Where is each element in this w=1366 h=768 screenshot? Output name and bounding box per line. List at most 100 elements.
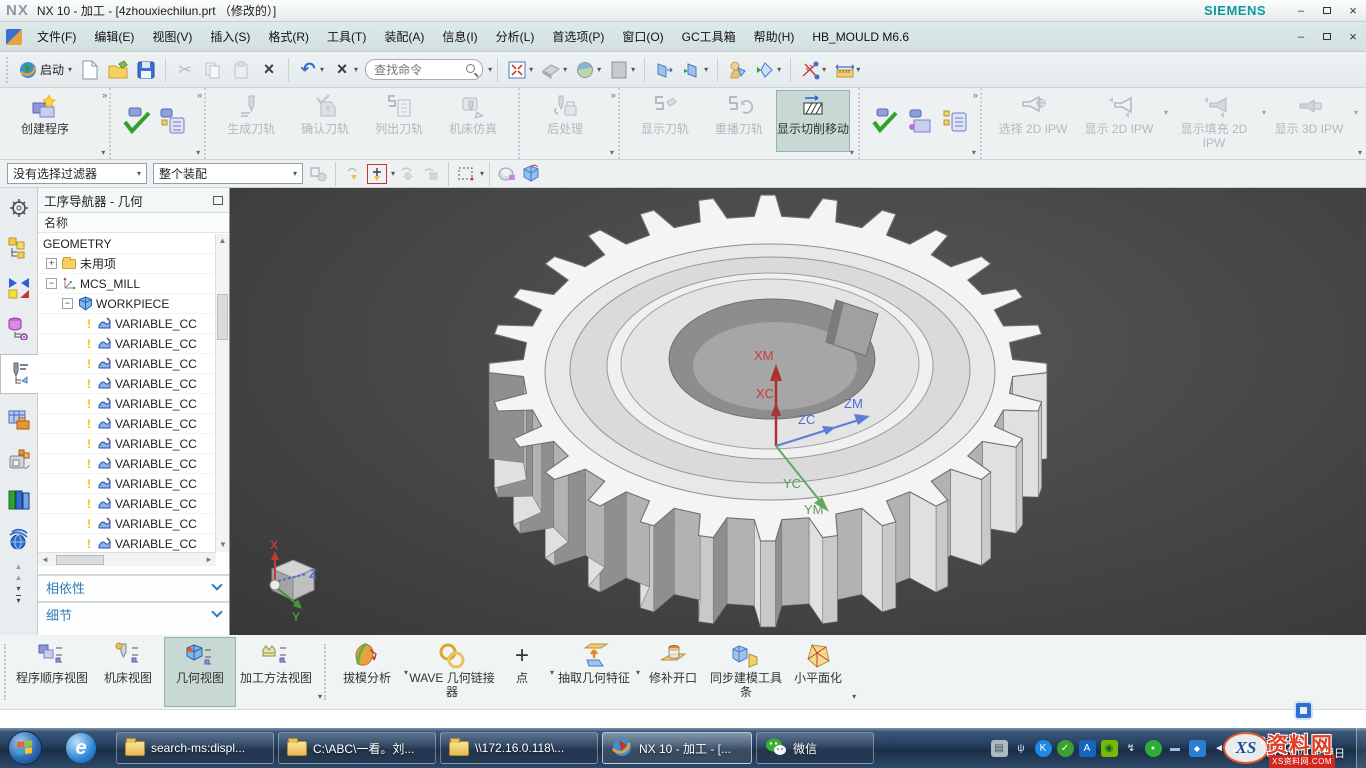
- render-style-button[interactable]: ▾: [572, 58, 604, 82]
- menu-item[interactable]: 格式(R): [259, 30, 318, 44]
- usb-icon[interactable]: ψ: [1013, 740, 1030, 757]
- edit-section-button[interactable]: ▾: [679, 58, 711, 82]
- show-2d-ipw-button[interactable]: 显示 2D IPW: [1076, 90, 1162, 152]
- taskbar-item-wechat[interactable]: 微信: [756, 732, 874, 764]
- menu-item[interactable]: 首选项(P): [543, 30, 613, 44]
- chevron-down-icon[interactable]: ▾: [1358, 148, 1362, 157]
- view-triad-cube[interactable]: X Z Y: [270, 538, 316, 624]
- undock-icon[interactable]: [213, 196, 223, 205]
- menu-item[interactable]: 窗口(O): [613, 30, 672, 44]
- operation-list-icon[interactable]: [940, 106, 969, 136]
- library-icon[interactable]: [4, 484, 34, 516]
- machine-tool-view-button[interactable]: 机床视图: [92, 637, 164, 707]
- create-program-button[interactable]: 创建程序: [8, 90, 82, 152]
- doc-restore-button[interactable]: [1318, 31, 1336, 43]
- close-button[interactable]: ×: [1344, 3, 1362, 18]
- copy-button[interactable]: [200, 58, 226, 82]
- tree-row-operation[interactable]: ! VARIABLE_CC: [38, 354, 216, 374]
- taskbar-item-folder3[interactable]: \\172.16.0.118\...: [440, 732, 598, 764]
- tool-list-icon[interactable]: [158, 106, 188, 136]
- menu-item[interactable]: 编辑(E): [85, 30, 143, 44]
- menu-item[interactable]: 插入(S): [201, 30, 259, 44]
- expand-icon[interactable]: »: [197, 90, 200, 100]
- tree-row-operation[interactable]: ! VARIABLE_CC: [38, 434, 216, 454]
- browser-icon[interactable]: e: [66, 733, 96, 763]
- details-section[interactable]: 细节: [38, 601, 229, 625]
- taskbar-item-folder2[interactable]: C:\ABC\一看。刘...: [278, 732, 436, 764]
- tree-row-operation[interactable]: ! VARIABLE_CC: [38, 474, 216, 494]
- chevron-down-icon[interactable]: ▾: [850, 148, 854, 157]
- open-file-button[interactable]: [105, 58, 131, 82]
- graphics-viewport[interactable]: XM XC ZC ZM YC YM X Z Y: [230, 188, 1366, 635]
- shaded-view-button[interactable]: ▾: [538, 58, 570, 82]
- web-browser-icon[interactable]: [4, 524, 34, 556]
- program-order-view-button[interactable]: 程序顺序视图: [12, 637, 92, 707]
- wave-geometry-linker-button[interactable]: WAVE 几何链接器: [408, 637, 496, 707]
- generate-toolpath-button[interactable]: 生成刀轨: [214, 90, 288, 152]
- menu-item[interactable]: 分析(L): [487, 30, 544, 44]
- chevron-down-icon[interactable]: ▾: [1354, 108, 1358, 117]
- machine-navigator-icon[interactable]: [4, 444, 34, 476]
- taskbar-item-nx[interactable]: NX 10 - 加工 - [...: [602, 732, 752, 764]
- show-cutting-moves-button[interactable]: 显示切削移动: [776, 90, 850, 152]
- scrollbar-thumb[interactable]: [217, 294, 228, 340]
- collapse-minus-icon[interactable]: −: [62, 298, 73, 309]
- tree-row-operation[interactable]: ! VARIABLE_CC: [38, 334, 216, 354]
- power-plug-icon[interactable]: ↯: [1123, 740, 1140, 757]
- nvidia-icon[interactable]: ◉: [1101, 740, 1118, 757]
- cube-select-icon[interactable]: [521, 164, 541, 184]
- restore-button[interactable]: [1318, 5, 1336, 17]
- rectangle-select-icon[interactable]: [456, 164, 476, 184]
- part-navigator-icon[interactable]: [4, 312, 34, 344]
- chevron-down-icon[interactable]: ▾: [16, 584, 20, 593]
- fit-view-button[interactable]: ▾: [504, 58, 536, 82]
- chevron-down-icon[interactable]: ▾: [318, 692, 322, 701]
- menu-item[interactable]: 文件(F): [28, 30, 85, 44]
- tree-row-mcs-mill[interactable]: − MCS_MILL: [38, 274, 216, 294]
- chevron-down-icon[interactable]: ▾: [488, 65, 492, 74]
- scroll-up-icon[interactable]: ▲: [15, 562, 23, 571]
- background-button[interactable]: ▾: [606, 58, 638, 82]
- autodesk-icon[interactable]: A: [1079, 740, 1096, 757]
- verify-toolpath-button[interactable]: 确认刀轨: [288, 90, 362, 152]
- clip-section-button[interactable]: [651, 58, 677, 82]
- scroll-down-icon[interactable]: ▼: [216, 538, 230, 552]
- expand-icon[interactable]: »: [611, 90, 614, 100]
- chevron-down-icon[interactable]: ▾: [480, 169, 484, 178]
- menu-item[interactable]: 信息(I): [433, 30, 486, 44]
- collapse-icon[interactable]: ▾: [16, 595, 20, 605]
- machining-method-view-button[interactable]: 加工方法视图: [236, 637, 316, 707]
- chevron-down-icon[interactable]: ▾: [196, 148, 200, 157]
- synchronous-modeling-button[interactable]: 同步建模工具条: [706, 637, 786, 707]
- snap-assembly-icon[interactable]: [421, 164, 441, 184]
- display-icon[interactable]: ▬: [1167, 740, 1184, 757]
- rotate-point-icon[interactable]: [397, 164, 417, 184]
- measure-pins-button[interactable]: ▾: [797, 58, 829, 82]
- usb-safely-remove-icon[interactable]: ✓: [1057, 740, 1074, 757]
- delete-button[interactable]: ×: [256, 58, 282, 82]
- menu-item[interactable]: 装配(A): [375, 30, 433, 44]
- doc-close-button[interactable]: ×: [1344, 29, 1362, 44]
- menu-item[interactable]: 工具(T): [318, 30, 375, 44]
- tree-row-operation[interactable]: ! VARIABLE_CC: [38, 454, 216, 474]
- scroll-up-icon[interactable]: ▲: [216, 234, 229, 248]
- keyboard-icon[interactable]: ▤: [991, 740, 1008, 757]
- chevron-down-icon[interactable]: ▾: [972, 148, 976, 157]
- doc-minimize-button[interactable]: –: [1292, 31, 1310, 43]
- tree-row-operation[interactable]: ! VARIABLE_CC: [38, 374, 216, 394]
- tree-row-workpiece[interactable]: − WORKPIECE: [38, 294, 216, 314]
- chevron-down-icon[interactable]: ▾: [391, 169, 395, 178]
- tree-row-operation[interactable]: ! VARIABLE_CC: [38, 534, 216, 552]
- chevron-down-icon[interactable]: ▾: [101, 148, 105, 157]
- shaded-object-icon[interactable]: [497, 164, 517, 184]
- measure-ruler-button[interactable]: ▾: [831, 58, 863, 82]
- redo-button[interactable]: ×▾: [329, 58, 361, 82]
- tree-row-operation[interactable]: ! VARIABLE_CC: [38, 314, 216, 334]
- constraint-navigator-icon[interactable]: [4, 272, 34, 304]
- wechat-tray-icon[interactable]: ●: [1145, 740, 1162, 757]
- assembly-select-icon[interactable]: [308, 164, 328, 184]
- expand-icon[interactable]: »: [102, 90, 105, 100]
- tree-row-operation[interactable]: ! VARIABLE_CC: [38, 514, 216, 534]
- menu-item[interactable]: 帮助(H): [745, 30, 804, 44]
- selection-scope-select[interactable]: 整个装配▾: [153, 163, 303, 184]
